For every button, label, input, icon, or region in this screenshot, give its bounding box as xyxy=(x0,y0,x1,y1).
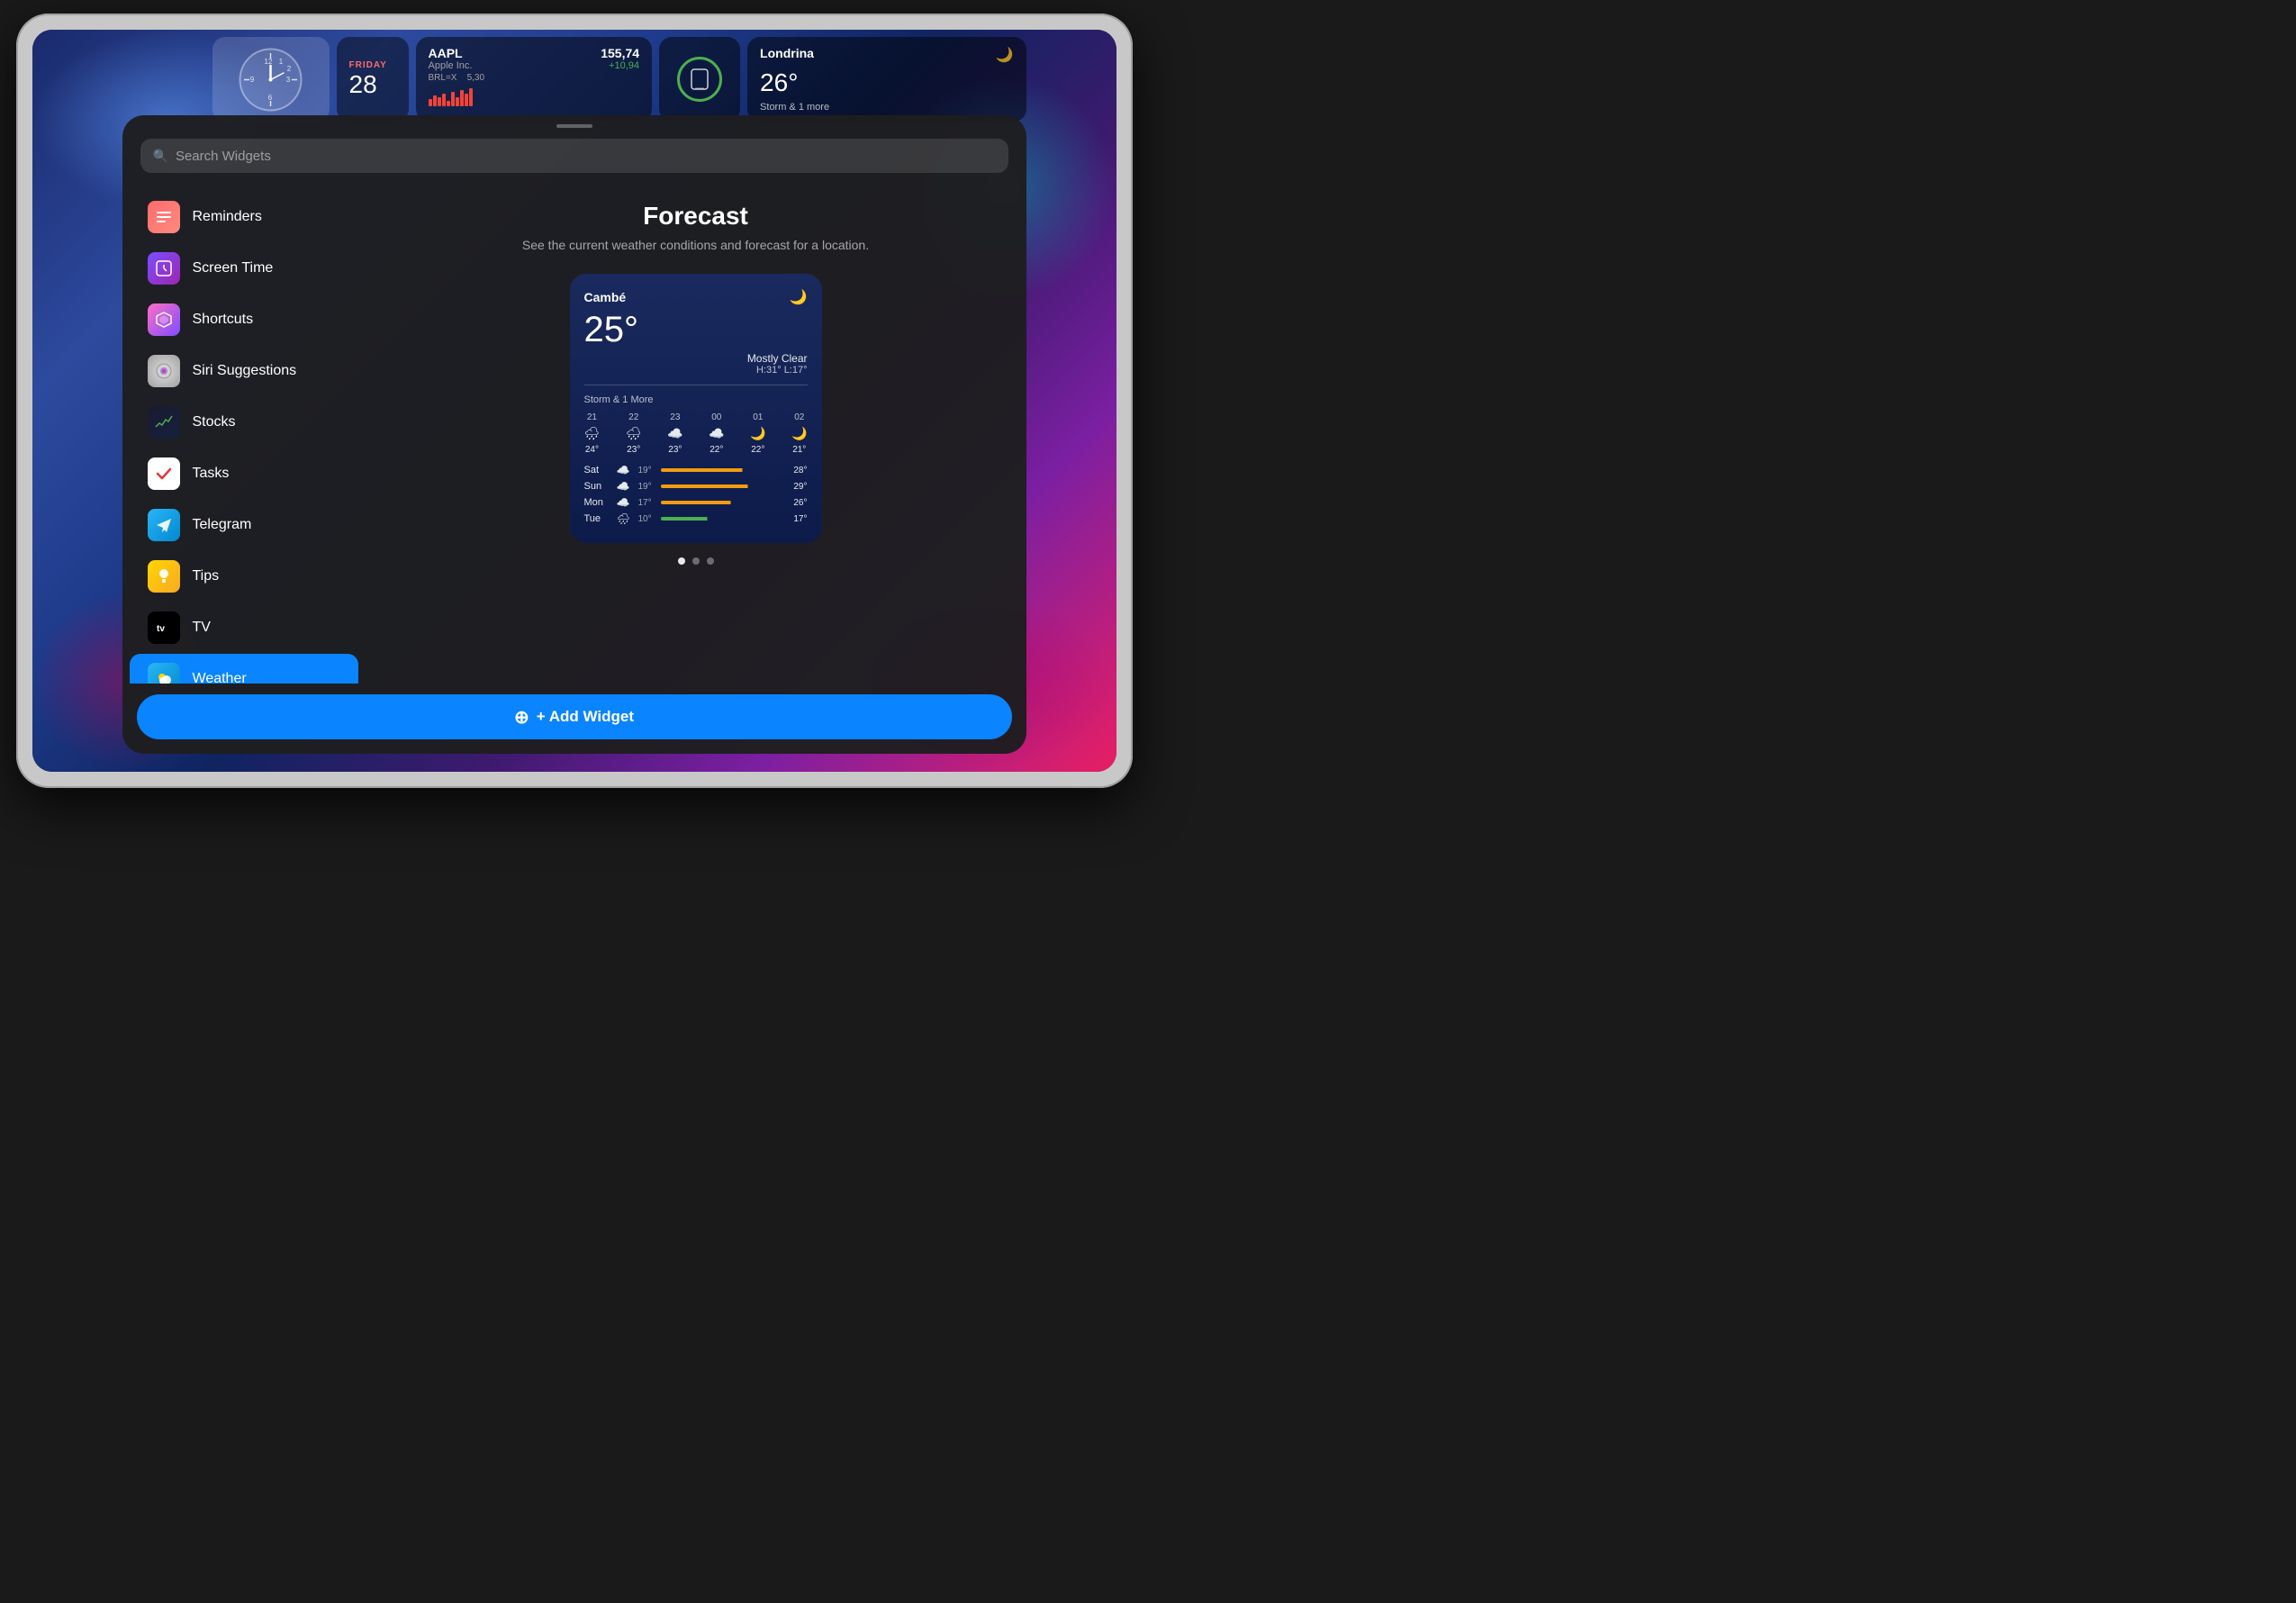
panel-bottom: ⊕ + Add Widget xyxy=(122,684,1026,754)
weather-preview-location: Cambé xyxy=(584,290,627,304)
stock-price: 155,74 xyxy=(601,46,639,60)
dot-2 xyxy=(692,557,700,565)
add-widget-label: + Add Widget xyxy=(537,708,634,726)
weather-top-widget: Londrina 🌙 26° Storm & 1 more xyxy=(747,37,1026,122)
sidebar-item-telegram[interactable]: Telegram xyxy=(130,500,358,550)
sidebar-item-tasks[interactable]: Tasks xyxy=(130,448,358,499)
daily-row-tue: Tue 🌧 10° 17° xyxy=(584,512,808,525)
stock-brl: BRL=X 5,30 xyxy=(429,73,640,83)
clock-widget: 12 3 6 9 1 2 xyxy=(212,37,330,122)
panel-main-content: Reminders Screen Time xyxy=(122,184,1026,684)
hourly-item-4: 01 🌙 22° xyxy=(750,412,765,455)
pagination-dots xyxy=(678,557,714,565)
hourly-forecast: 21 🌧 24° 22 🌧 23° 23 ☁️ xyxy=(584,412,808,455)
screen-time-icon xyxy=(148,252,180,285)
search-bar-container: 🔍 Search Widgets xyxy=(122,128,1026,184)
sidebar-item-reminders[interactable]: Reminders xyxy=(130,192,358,242)
content-area: Forecast See the current weather conditi… xyxy=(366,184,1026,684)
date-widget: FRIDAY 28 xyxy=(337,37,409,122)
day-label: FRIDAY xyxy=(349,60,396,70)
sidebar-item-tv[interactable]: tv TV xyxy=(130,602,358,653)
hourly-item-1: 22 🌧 23° xyxy=(626,412,642,455)
svg-text:9: 9 xyxy=(250,76,255,84)
hourly-item-0: 21 🌧 24° xyxy=(584,412,601,455)
stocks-label: Stocks xyxy=(193,414,236,430)
ipad-battery-widget xyxy=(659,37,740,122)
stock-widget: AAPL Apple Inc. 155,74 +10,94 BRL=X 5,30 xyxy=(416,37,653,122)
search-bar[interactable]: 🔍 Search Widgets xyxy=(140,139,1008,173)
shortcuts-icon xyxy=(148,303,180,336)
reminders-icon xyxy=(148,201,180,233)
weather-top-condition: Storm & 1 more xyxy=(760,102,1013,113)
telegram-label: Telegram xyxy=(193,517,252,533)
screen-time-label: Screen Time xyxy=(193,260,274,276)
hourly-item-3: 00 ☁️ 22° xyxy=(709,412,724,455)
tips-label: Tips xyxy=(193,568,220,584)
svg-text:tv: tv xyxy=(157,624,165,634)
moon-icon: 🌙 xyxy=(790,288,808,306)
hourly-item-5: 02 🌙 21° xyxy=(791,412,807,455)
add-widget-plus-icon: ⊕ xyxy=(514,706,529,729)
daily-row-mon: Mon ☁️ 17° 26° xyxy=(584,496,808,509)
weather-condition-text: Mostly Clear xyxy=(747,352,808,365)
tasks-label: Tasks xyxy=(193,466,230,482)
widget-description: See the current weather conditions and f… xyxy=(522,238,869,252)
svg-text:6: 6 xyxy=(268,94,273,102)
svg-text:1: 1 xyxy=(279,58,284,66)
stocks-icon xyxy=(148,406,180,439)
weather-top-city: Londrina xyxy=(760,46,814,60)
siri-icon xyxy=(148,355,180,387)
daily-forecast: Sat ☁️ 19° 28° Sun ☁️ 19° xyxy=(584,464,808,525)
weather-hl: H:31° L:17° xyxy=(747,365,808,376)
dot-1 xyxy=(678,557,685,565)
search-placeholder: Search Widgets xyxy=(176,149,271,164)
tv-icon: tv xyxy=(148,611,180,644)
weather-preview-temp: 25° xyxy=(584,310,808,350)
dot-3 xyxy=(707,557,714,565)
daily-row-sat: Sat ☁️ 19° 28° xyxy=(584,464,808,476)
tv-label: TV xyxy=(193,620,211,636)
svg-text:3: 3 xyxy=(286,76,291,84)
ipad-screen: 12 3 6 9 1 2 FRIDAY 28 xyxy=(32,30,1116,772)
telegram-icon xyxy=(148,509,180,541)
sidebar-item-shortcuts[interactable]: Shortcuts xyxy=(130,294,358,345)
sidebar-item-screen-time[interactable]: Screen Time xyxy=(130,243,358,294)
hourly-item-2: 23 ☁️ 23° xyxy=(667,412,682,455)
tips-icon xyxy=(148,560,180,593)
svg-text:2: 2 xyxy=(287,65,292,73)
siri-label: Siri Suggestions xyxy=(193,363,297,379)
stock-company: Apple Inc. xyxy=(429,60,473,71)
sidebar-item-weather[interactable]: Weather xyxy=(130,654,358,684)
daily-row-sun: Sun ☁️ 19° 29° xyxy=(584,480,808,493)
stock-change: +10,94 xyxy=(601,60,639,71)
sidebar-item-tips[interactable]: Tips xyxy=(130,551,358,602)
storm-label: Storm & 1 More xyxy=(584,394,808,405)
add-widget-button[interactable]: ⊕ + Add Widget xyxy=(137,694,1012,739)
widgets-bar: 12 3 6 9 1 2 FRIDAY 28 xyxy=(32,30,1116,129)
weather-label: Weather xyxy=(193,671,247,684)
date-number: 28 xyxy=(349,70,396,99)
sidebar-item-stocks[interactable]: Stocks xyxy=(130,397,358,448)
stock-ticker: AAPL xyxy=(429,46,473,60)
sidebar: Reminders Screen Time xyxy=(122,184,366,684)
weather-icon xyxy=(148,663,180,684)
sidebar-item-siri[interactable]: Siri Suggestions xyxy=(130,346,358,396)
weather-widget-preview: Cambé 🌙 25° Mostly Clear H:31° L:17° xyxy=(570,274,822,543)
ipad-frame: 12 3 6 9 1 2 FRIDAY 28 xyxy=(16,14,1133,788)
widget-title: Forecast xyxy=(643,202,748,231)
widget-panel: 🔍 Search Widgets xyxy=(122,115,1026,754)
search-icon: 🔍 xyxy=(153,149,168,164)
reminders-label: Reminders xyxy=(193,209,262,225)
svg-text:12: 12 xyxy=(265,58,273,66)
shortcuts-label: Shortcuts xyxy=(193,312,254,328)
weather-top-temp: 26° xyxy=(760,68,1013,97)
tasks-icon xyxy=(148,457,180,490)
